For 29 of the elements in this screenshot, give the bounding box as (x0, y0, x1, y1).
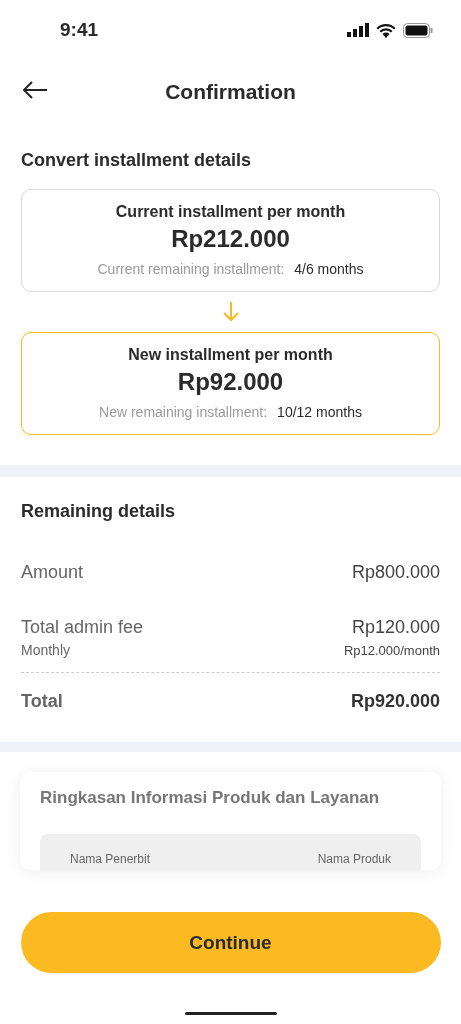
detail-value: Rp800.000 (351, 562, 440, 583)
total-label: Total (21, 691, 63, 712)
total-value: Rp920.000 (350, 691, 440, 712)
continue-button[interactable]: Continue (20, 912, 441, 973)
card-title: Current installment per month (115, 203, 346, 221)
installment-amount: Rp212.000 (171, 225, 290, 253)
detail-value: Rp120.000 (351, 617, 440, 638)
detail-sublabel: Monthly (21, 642, 71, 658)
back-arrow-icon[interactable] (22, 80, 48, 100)
page-title: Confirmation (165, 80, 296, 104)
table-header: Nama Produk (317, 852, 391, 866)
remaining-label: New remaining installment: (99, 404, 268, 420)
detail-label: Total admin fee (21, 617, 144, 638)
down-arrow-icon (222, 302, 239, 322)
signal-icon (347, 23, 369, 37)
section-title: Remaining details (21, 501, 177, 522)
remaining-label: Current remaining installment: (97, 261, 285, 277)
remaining-value: 10/12 months (277, 404, 362, 420)
detail-label: Amount (21, 562, 84, 583)
wifi-icon (376, 22, 396, 38)
battery-icon (403, 22, 433, 38)
section-title: Convert installment details (21, 150, 253, 171)
card-title: New installment per month (128, 346, 333, 364)
installment-amount: Rp92.000 (177, 368, 284, 396)
remaining-value: 4/6 months (294, 261, 364, 277)
status-time: 9:41 (60, 19, 99, 41)
detail-subvalue: Rp12.000/month (343, 643, 440, 658)
summary-title: Ringkasan Informasi Produk dan Layanan (40, 788, 381, 808)
table-header: Nama Penerbit (70, 852, 151, 866)
